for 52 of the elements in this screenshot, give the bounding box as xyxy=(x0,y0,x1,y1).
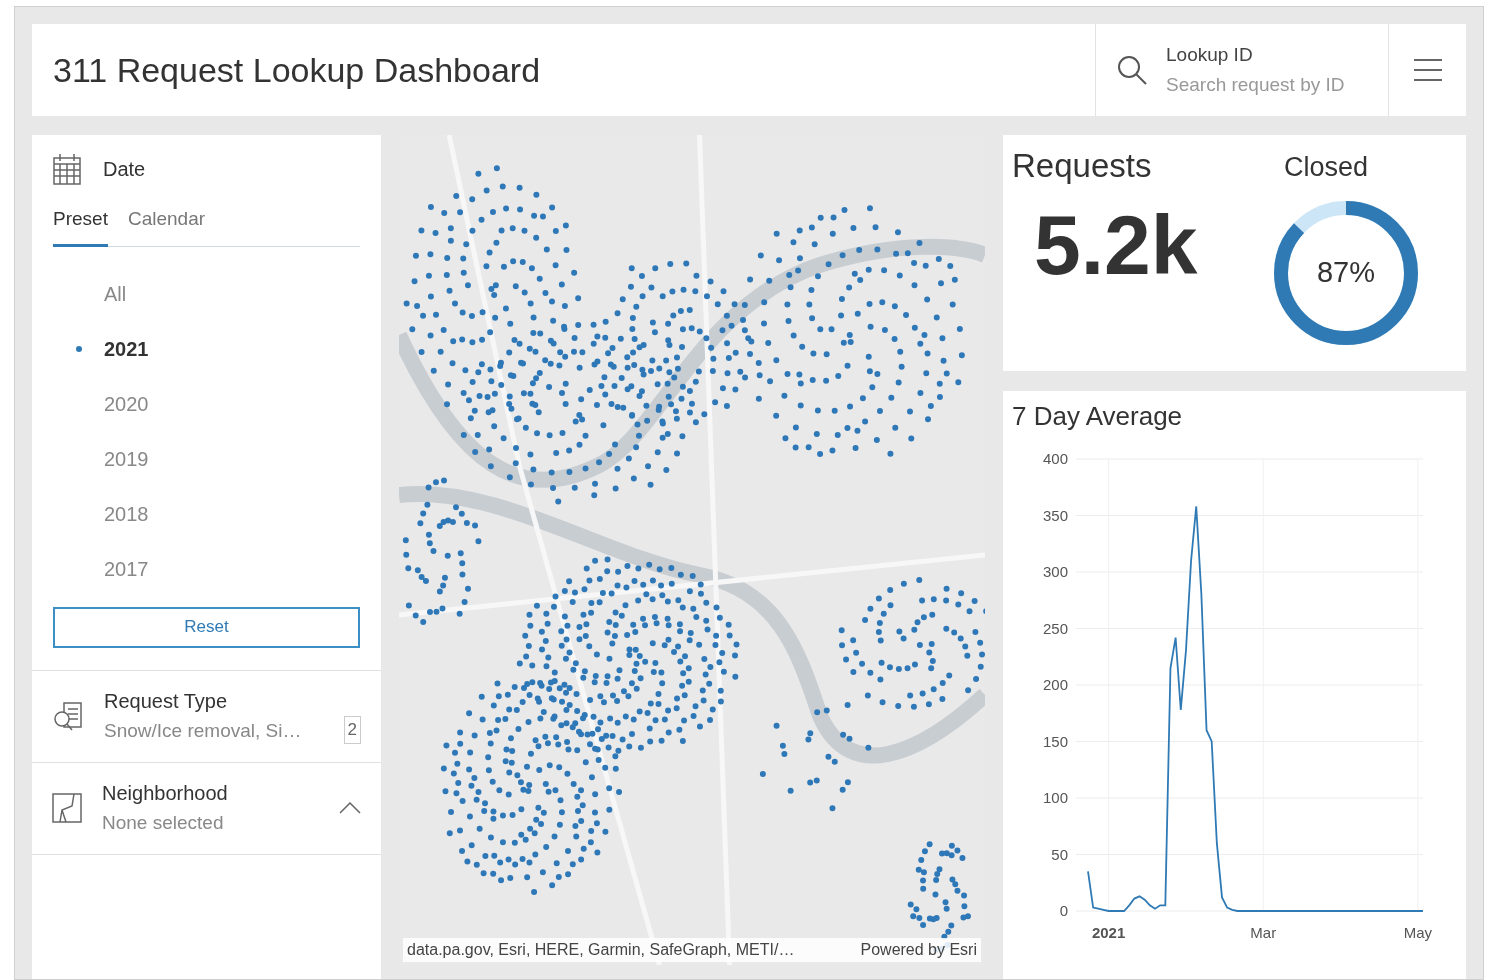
axis-label: 150 xyxy=(1042,732,1068,750)
option-label: All xyxy=(104,282,127,307)
axis-label: 50 xyxy=(1051,845,1068,863)
axis-label: 250 xyxy=(1042,619,1068,637)
axis-label: 2021 xyxy=(1091,924,1126,941)
reset-button[interactable]: Reset xyxy=(53,606,360,648)
search-icon xyxy=(1116,54,1148,86)
preset-option[interactable]: 2019 xyxy=(53,431,360,487)
axis-label: 0 xyxy=(1059,902,1068,919)
filter-row[interactable]: Neighborhood None selected xyxy=(32,761,381,854)
filter-value: None selected xyxy=(102,811,225,835)
card-title: Closed xyxy=(1283,151,1369,184)
search-field[interactable]: Lookup ID Search request by ID xyxy=(1095,24,1388,116)
axis-label: 200 xyxy=(1042,676,1068,693)
axis-label: 300 xyxy=(1042,563,1068,580)
preset-option[interactable]: All xyxy=(53,266,360,322)
field-placeholder: Search request by ID xyxy=(1166,73,1345,97)
count-badge: 2 xyxy=(343,716,361,744)
gauge-reading: 87% xyxy=(1315,254,1376,290)
axis-label: Mar xyxy=(1250,924,1277,941)
option-label: 2021 xyxy=(104,337,149,362)
calendar-icon xyxy=(53,153,81,185)
map-attribution: data.pa.gov, Esri, HERE, Garmin, SafeGraph, METI/… xyxy=(407,940,795,960)
filter-title: Request Type xyxy=(104,689,229,714)
tab[interactable]: Preset xyxy=(53,205,108,247)
filter-row[interactable]: Request Type Snow/Ice removal, Si… 2 xyxy=(32,669,381,762)
option-label: 2017 xyxy=(104,557,149,582)
axis-label: 350 xyxy=(1042,506,1068,524)
preset-option[interactable]: 2020 xyxy=(53,376,360,432)
axis-label: 400 xyxy=(1042,450,1068,467)
map-area-icon xyxy=(52,792,82,824)
preset-option[interactable]: 2017 xyxy=(53,541,360,597)
tab[interactable]: Calendar xyxy=(127,205,206,247)
menu-icon xyxy=(1413,58,1442,82)
card-title: Requests xyxy=(1012,146,1153,186)
search-document-icon xyxy=(52,700,84,732)
map-view[interactable]: data.pa.gov, Esri, HERE, Garmin, SafeGraph, METI/… Powered by Esri xyxy=(399,135,985,965)
filter-title: Neighborhood xyxy=(102,781,229,806)
powered-by-link[interactable]: Powered by Esri xyxy=(860,938,977,962)
preset-option[interactable]: 2021 xyxy=(53,321,360,377)
preset-option[interactable]: 2018 xyxy=(53,486,360,542)
option-label: 2018 xyxy=(104,502,149,527)
filter-value: Snow/Ice removal, Si… xyxy=(104,719,303,743)
option-label: 2019 xyxy=(104,447,149,472)
option-label: 2020 xyxy=(104,392,149,417)
card-title: 7 Day Average xyxy=(1011,400,1184,433)
requests-count: 5.2k xyxy=(1033,196,1199,294)
field-label: Lookup ID xyxy=(1166,43,1254,67)
panel-title: Date xyxy=(103,157,146,182)
axis-label: May xyxy=(1403,924,1432,941)
dashboard-title: 311 Request Lookup Dashboard xyxy=(52,49,542,91)
axis-label: 100 xyxy=(1042,789,1068,806)
